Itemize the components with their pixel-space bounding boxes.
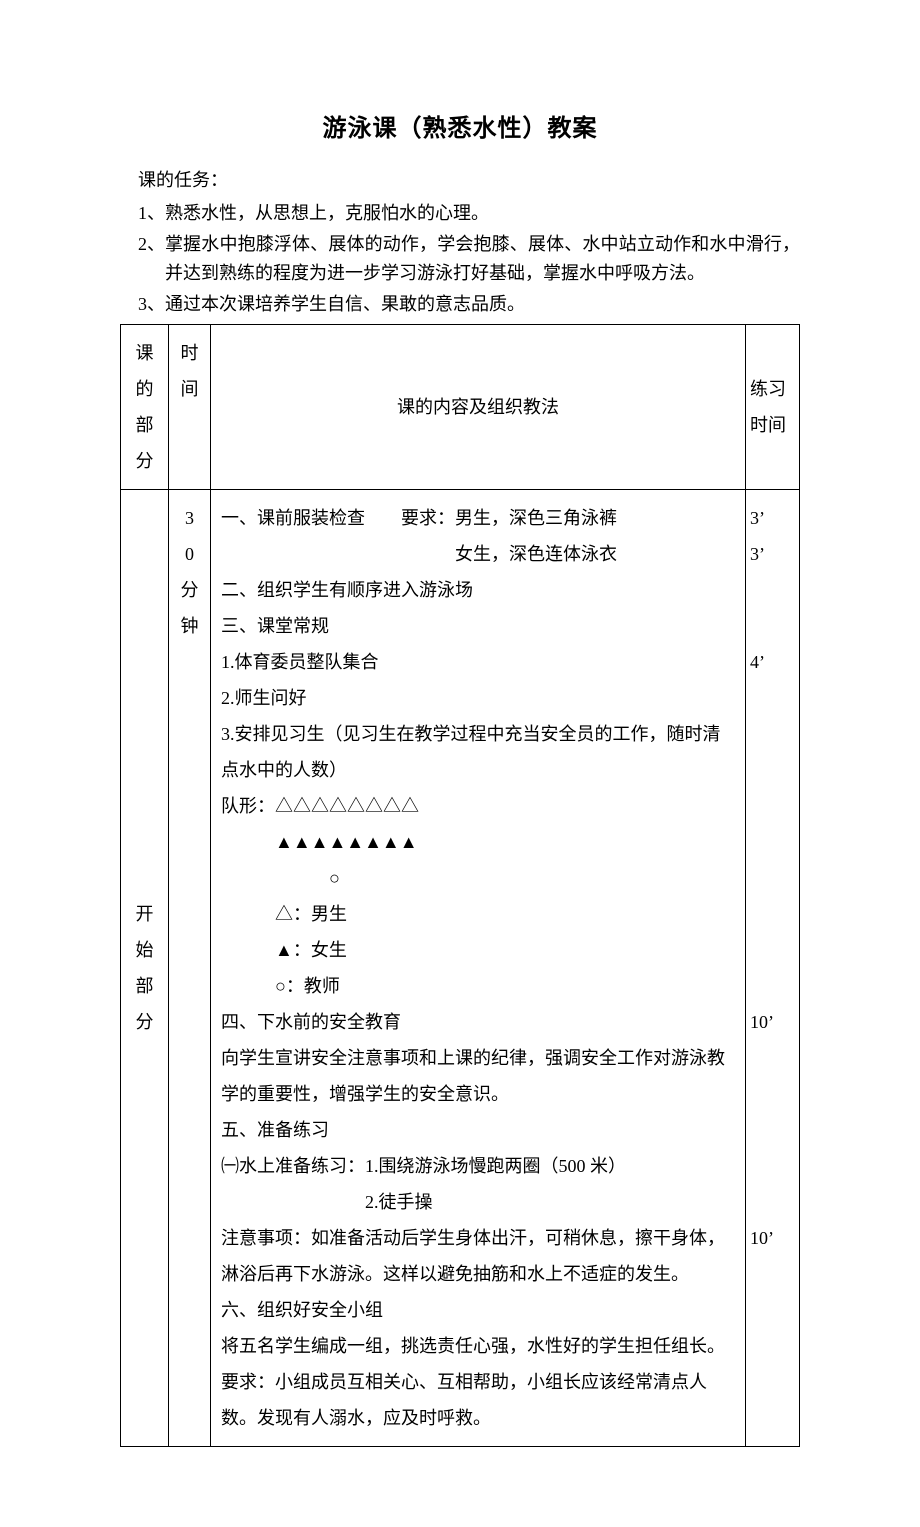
- hdr-practice: 练习时间: [746, 325, 800, 490]
- content-line: 四、下水前的安全教育: [221, 1004, 735, 1040]
- lesson-table: 课的部分 时间 课的内容及组织教法 练习时间 开始部分 30分钟 一、课前服装检…: [120, 324, 800, 1447]
- task-text: 通过本次课培养学生自信、果敢的意志品质。: [165, 290, 800, 319]
- task-num: 1、: [138, 199, 165, 228]
- content-line: 女生，深色连体泳衣: [221, 536, 735, 572]
- task-text: 熟悉水性，从思想上，克服怕水的心理。: [165, 199, 800, 228]
- tasks-label: 课的任务：: [120, 166, 800, 195]
- cell-part: 开始部分: [121, 490, 169, 1447]
- content-line: 一、课前服装检查 要求：男生，深色三角泳裤: [221, 500, 735, 536]
- practice-time: 10’: [750, 1220, 795, 1256]
- practice-time: 4’: [750, 644, 795, 680]
- task-item: 3、通过本次课培养学生自信、果敢的意志品质。: [120, 290, 800, 319]
- hdr-part: 课的部分: [121, 325, 169, 490]
- content-line: 五、准备练习: [221, 1112, 735, 1148]
- content-line: 注意事项：如准备活动后学生身体出汗，可稍休息，擦干身体，淋浴后再下水游泳。这样以…: [221, 1220, 735, 1292]
- tasks-list: 1、熟悉水性，从思想上，克服怕水的心理。2、掌握水中抱膝浮体、展体的动作，学会抱…: [120, 199, 800, 318]
- content-line: 1.体育委员整队集合: [221, 644, 735, 680]
- content-line: 六、组织好安全小组: [221, 1292, 735, 1328]
- cell-content: 一、课前服装检查 要求：男生，深色三角泳裤 女生，深色连体泳衣二、组织学生有顺序…: [211, 490, 746, 1447]
- hdr-content: 课的内容及组织教法: [211, 325, 746, 490]
- cell-time: 30分钟: [169, 490, 211, 1447]
- content-line: ▲▲▲▲▲▲▲▲: [221, 824, 735, 860]
- task-num: 2、: [138, 230, 165, 288]
- content-line: 3.安排见习生（见习生在教学过程中充当安全员的工作，随时清点水中的人数）: [221, 716, 735, 788]
- content-line: ㈠水上准备练习：1.围绕游泳场慢跑两圈（500 米）: [221, 1148, 735, 1184]
- cell-practice: 3’3’ 4’ 10’ 10’: [746, 490, 800, 1447]
- content-line: ○: [221, 860, 735, 896]
- content-line: 2.徒手操: [221, 1184, 735, 1220]
- content-line: 将五名学生编成一组，挑选责任心强，水性好的学生担任组长。: [221, 1328, 735, 1364]
- content-line: 向学生宣讲安全注意事项和上课的纪律，强调安全工作对游泳教学的重要性，增强学生的安…: [221, 1040, 735, 1112]
- content-line: 要求：小组成员互相关心、互相帮助，小组长应该经常清点人数。发现有人溺水，应及时呼…: [221, 1364, 735, 1436]
- task-text: 掌握水中抱膝浮体、展体的动作，学会抱膝、展体、水中站立动作和水中滑行，并达到熟练…: [165, 230, 800, 288]
- practice-time: 3’: [750, 500, 795, 536]
- content-line: △：男生: [221, 896, 735, 932]
- practice-time: 3’: [750, 536, 795, 572]
- content-line: ○：教师: [221, 968, 735, 1004]
- table-header-row: 课的部分 时间 课的内容及组织教法 练习时间: [121, 325, 800, 490]
- task-num: 3、: [138, 290, 165, 319]
- content-line: 2.师生问好: [221, 680, 735, 716]
- content-line: 队形：△△△△△△△△: [221, 788, 735, 824]
- content-line: 三、课堂常规: [221, 608, 735, 644]
- task-item: 1、熟悉水性，从思想上，克服怕水的心理。: [120, 199, 800, 228]
- doc-title: 游泳课（熟悉水性）教案: [120, 110, 800, 148]
- content-line: 二、组织学生有顺序进入游泳场: [221, 572, 735, 608]
- content-line: ▲：女生: [221, 932, 735, 968]
- practice-time: 10’: [750, 1004, 795, 1040]
- task-item: 2、掌握水中抱膝浮体、展体的动作，学会抱膝、展体、水中站立动作和水中滑行，并达到…: [120, 230, 800, 288]
- hdr-time: 时间: [169, 325, 211, 490]
- table-row: 开始部分 30分钟 一、课前服装检查 要求：男生，深色三角泳裤 女生，深色连体泳…: [121, 490, 800, 1447]
